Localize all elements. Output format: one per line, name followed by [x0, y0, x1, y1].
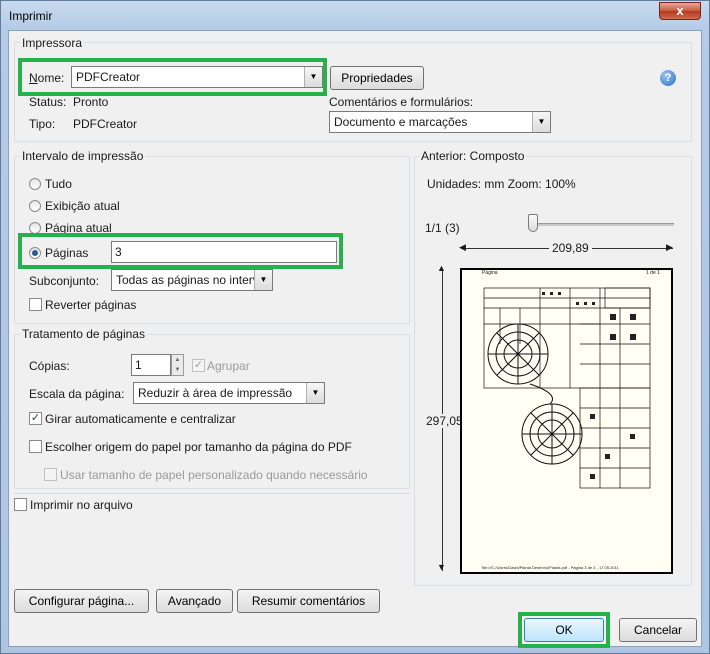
- advanced-button[interactable]: Avançado: [156, 589, 233, 613]
- scale-value: Reduzir à área de impressão: [138, 386, 293, 400]
- print-dialog: Imprimir x Impressora Nome: PDFCreator ▼…: [0, 0, 710, 654]
- collate-checkbox[interactable]: ✓: [192, 359, 205, 372]
- arrow-left-icon: ◀: [459, 242, 466, 252]
- radio-all[interactable]: [29, 178, 41, 190]
- chevron-down-icon[interactable]: ▼: [532, 112, 550, 132]
- close-button[interactable]: x: [659, 2, 701, 20]
- separator: [14, 493, 410, 494]
- reverse-pages-checkbox[interactable]: [29, 298, 42, 311]
- subset-value: Todas as páginas no interv: [116, 273, 259, 287]
- paper-source-label[interactable]: Escolher origem do papel por tamanho da …: [45, 440, 352, 454]
- collate-label[interactable]: Agrupar: [207, 359, 250, 373]
- print-to-file-label[interactable]: Imprimir no arquivo: [30, 498, 133, 512]
- copies-input[interactable]: 1: [131, 354, 171, 376]
- arrow-right-icon: ▶: [666, 242, 673, 252]
- cancel-button[interactable]: Cancelar: [619, 618, 697, 642]
- copies-value: 1: [135, 358, 142, 372]
- comments-label: Comentários e formulários:: [329, 95, 474, 109]
- dialog-body: Impressora Nome: PDFCreator ▼ Propriedad…: [8, 30, 702, 648]
- properties-button[interactable]: Propriedades: [330, 66, 424, 90]
- scale-label: Escala da página:: [29, 387, 125, 401]
- radio-current-view-label[interactable]: Exibição atual: [45, 199, 120, 213]
- summarize-comments-button[interactable]: Resumir comentários: [237, 589, 380, 613]
- pages-highlight: [18, 233, 343, 269]
- height-dimension: 297,05: [426, 414, 463, 428]
- chevron-down-icon[interactable]: ▼: [306, 383, 324, 403]
- copies-spinner[interactable]: ▲ ▼: [171, 354, 184, 376]
- printer-group-title: Impressora: [20, 36, 85, 50]
- summarize-label: Resumir comentários: [251, 594, 366, 608]
- page-handling-title: Tratamento de páginas: [20, 327, 147, 341]
- help-icon[interactable]: ?: [660, 70, 676, 86]
- status-value: Pronto: [73, 95, 109, 109]
- scale-select[interactable]: Reduzir à área de impressão ▼: [133, 382, 325, 404]
- chevron-down-icon[interactable]: ▼: [254, 270, 272, 290]
- custom-paper-label[interactable]: Usar tamanho de papel personalizado quan…: [60, 468, 368, 482]
- comments-select[interactable]: Documento e marcações ▼: [329, 111, 551, 133]
- autorotate-label[interactable]: Girar automaticamente e centralizar: [45, 412, 236, 426]
- width-dimension: 209,89: [549, 241, 592, 255]
- cancel-label: Cancelar: [633, 623, 683, 637]
- status-label: Status:: [29, 95, 67, 109]
- type-value: PDFCreator: [73, 117, 138, 131]
- arrow-up-icon: ▲: [437, 263, 446, 273]
- properties-button-label: Propriedades: [341, 71, 413, 85]
- preview-header-right: 1 de 1: [646, 270, 660, 276]
- radio-all-label[interactable]: Tudo: [45, 177, 72, 191]
- preview-footer: file:///C:/Users/David/Planta Desenho/Pl…: [482, 565, 619, 570]
- window-title: Imprimir: [9, 9, 53, 23]
- close-icon: x: [676, 3, 684, 18]
- subset-label: Subconjunto:: [29, 274, 100, 288]
- printer-highlight: [18, 58, 327, 96]
- arrow-down-icon: ▼: [437, 562, 446, 572]
- page-slider-track[interactable]: [534, 223, 674, 226]
- title-bar: Imprimir x: [1, 1, 709, 31]
- page-setup-label: Configurar página...: [28, 594, 135, 608]
- floor-plan-drawing: [483, 287, 651, 489]
- autorotate-checkbox[interactable]: ✓: [29, 412, 42, 425]
- advanced-label: Avançado: [167, 594, 222, 608]
- page-counter: 1/1 (3): [425, 221, 460, 235]
- preview-units: Unidades: mm Zoom: 100%: [427, 177, 576, 191]
- page-slider-handle[interactable]: [528, 214, 538, 232]
- preview-header-left: Página: [482, 270, 498, 276]
- page-preview: Página 1 de 1 file:///C:/Users/David/Pla…: [460, 268, 673, 574]
- paper-source-checkbox[interactable]: [29, 440, 42, 453]
- type-label: Tipo:: [29, 117, 56, 131]
- copies-label: Cópias:: [29, 359, 70, 373]
- ok-highlight: [518, 612, 610, 648]
- radio-current-view[interactable]: [29, 200, 41, 212]
- preview-title: Anterior: Composto: [419, 149, 527, 163]
- print-to-file-checkbox[interactable]: [14, 498, 27, 511]
- print-range-title: Intervalo de impressão: [20, 149, 146, 163]
- custom-paper-checkbox[interactable]: [44, 468, 57, 481]
- comments-value: Documento e marcações: [334, 115, 468, 129]
- subset-select[interactable]: Todas as páginas no interv ▼: [111, 269, 273, 291]
- page-setup-button[interactable]: Configurar página...: [14, 589, 149, 613]
- reverse-pages-label[interactable]: Reverter páginas: [45, 298, 136, 312]
